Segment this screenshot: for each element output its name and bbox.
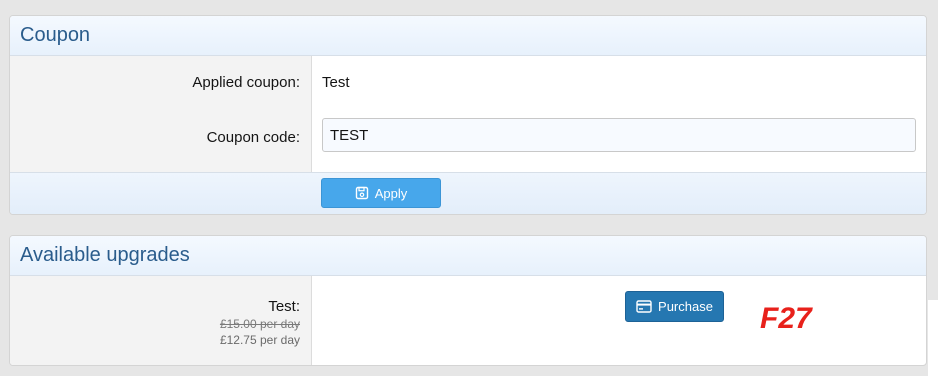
applied-coupon-value: Test	[322, 74, 350, 91]
applied-coupon-row: Applied coupon: Test	[10, 56, 926, 112]
upgrade-old-price: £15.00 per day	[219, 317, 300, 331]
purchase-button[interactable]: Purchase	[625, 291, 724, 322]
upgrade-new-price: £12.75 per day	[219, 333, 300, 347]
coupon-form-rows: Applied coupon: Test Coupon code:	[10, 56, 926, 172]
apply-button-label: Apply	[374, 185, 408, 201]
apply-button[interactable]: Apply	[321, 178, 441, 208]
upgrade-item-name: Test:	[268, 298, 300, 315]
coupon-block-header: Coupon	[10, 16, 926, 56]
upgrades-block: Available upgrades Test: £15.00 per day …	[9, 235, 927, 366]
coupon-code-label: Coupon code:	[10, 112, 312, 172]
applied-coupon-label: Applied coupon:	[10, 56, 312, 112]
coupon-code-row: Coupon code:	[10, 112, 926, 172]
coupon-code-input[interactable]	[322, 118, 916, 152]
upgrade-item-info: Test: £15.00 per day £12.75 per day	[10, 276, 312, 365]
edge-decoration	[928, 300, 938, 376]
floppy-disk-icon	[355, 186, 369, 200]
coupon-block: Coupon Applied coupon: Test Coupon code:…	[9, 15, 927, 215]
coupon-submit-row: Apply	[10, 172, 926, 214]
purchase-button-label: Purchase	[658, 299, 713, 314]
upgrades-block-header: Available upgrades	[10, 236, 926, 276]
coupon-block-title: Coupon	[20, 24, 91, 46]
f27-watermark-logo: F27	[758, 302, 838, 335]
upgrades-block-title: Available upgrades	[20, 244, 190, 266]
watermark-text: F27	[760, 302, 813, 332]
credit-card-icon	[636, 300, 652, 313]
coupon-code-cell	[312, 112, 926, 172]
